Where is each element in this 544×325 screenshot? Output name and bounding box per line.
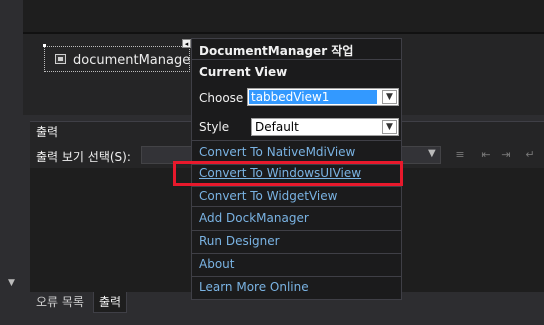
chevron-down-icon[interactable]: ▼ [382, 120, 397, 134]
divider [192, 276, 401, 277]
word-wrap-icon[interactable]: ↵ [522, 148, 538, 162]
highlight-annotation-box [173, 161, 403, 186]
link-run-designer[interactable]: Run Designer [199, 234, 280, 248]
dropdown-arrow-icon[interactable]: ▼ [428, 148, 436, 159]
style-label: Style [199, 120, 230, 134]
scroll-down-icon[interactable]: ▼ [8, 278, 15, 288]
designer-form-area [23, 0, 544, 34]
component-label: documentManager1 [73, 53, 204, 68]
style-value: Default [255, 120, 299, 134]
style-combo[interactable]: Default ▼ [251, 118, 399, 136]
tab-output[interactable]: 출력 [93, 292, 128, 313]
divider [192, 140, 401, 141]
choose-value: tabbedView1 [251, 90, 330, 104]
clear-all-icon[interactable]: ≡ [452, 148, 468, 162]
link-convert-native-mdi-view[interactable]: Convert To NativeMdiView [199, 145, 355, 159]
link-about[interactable]: About [199, 257, 234, 271]
selection-handle[interactable] [43, 44, 46, 47]
section-header-current-view: Current View [199, 65, 288, 79]
panel-title: DocumentManager 작업 [199, 44, 354, 58]
link-convert-widget-view[interactable]: Convert To WidgetView [199, 189, 337, 203]
divider [192, 230, 401, 231]
component-icon [55, 54, 66, 64]
divider [192, 59, 401, 60]
link-add-dock-manager[interactable]: Add DockManager [199, 211, 309, 225]
left-scroll-rail [0, 0, 23, 292]
choose-label: Choose [199, 91, 244, 105]
link-learn-more-online[interactable]: Learn More Online [199, 280, 309, 294]
chevron-down-icon[interactable]: ▼ [382, 90, 397, 104]
divider [192, 206, 401, 207]
smart-tag-glyph-icon[interactable]: ◂ [182, 39, 191, 48]
tab-error-list[interactable]: 오류 목록 [30, 292, 90, 312]
find-prev-icon[interactable]: ⇤ [478, 148, 494, 162]
find-next-icon[interactable]: ⇥ [498, 148, 514, 162]
output-panel-title: 출력 [36, 125, 59, 139]
choose-selected-text[interactable]: tabbedView1 [249, 90, 377, 104]
output-source-label: 출력 보기 선택(S): [36, 150, 131, 164]
divider [192, 186, 401, 187]
divider [192, 253, 401, 254]
